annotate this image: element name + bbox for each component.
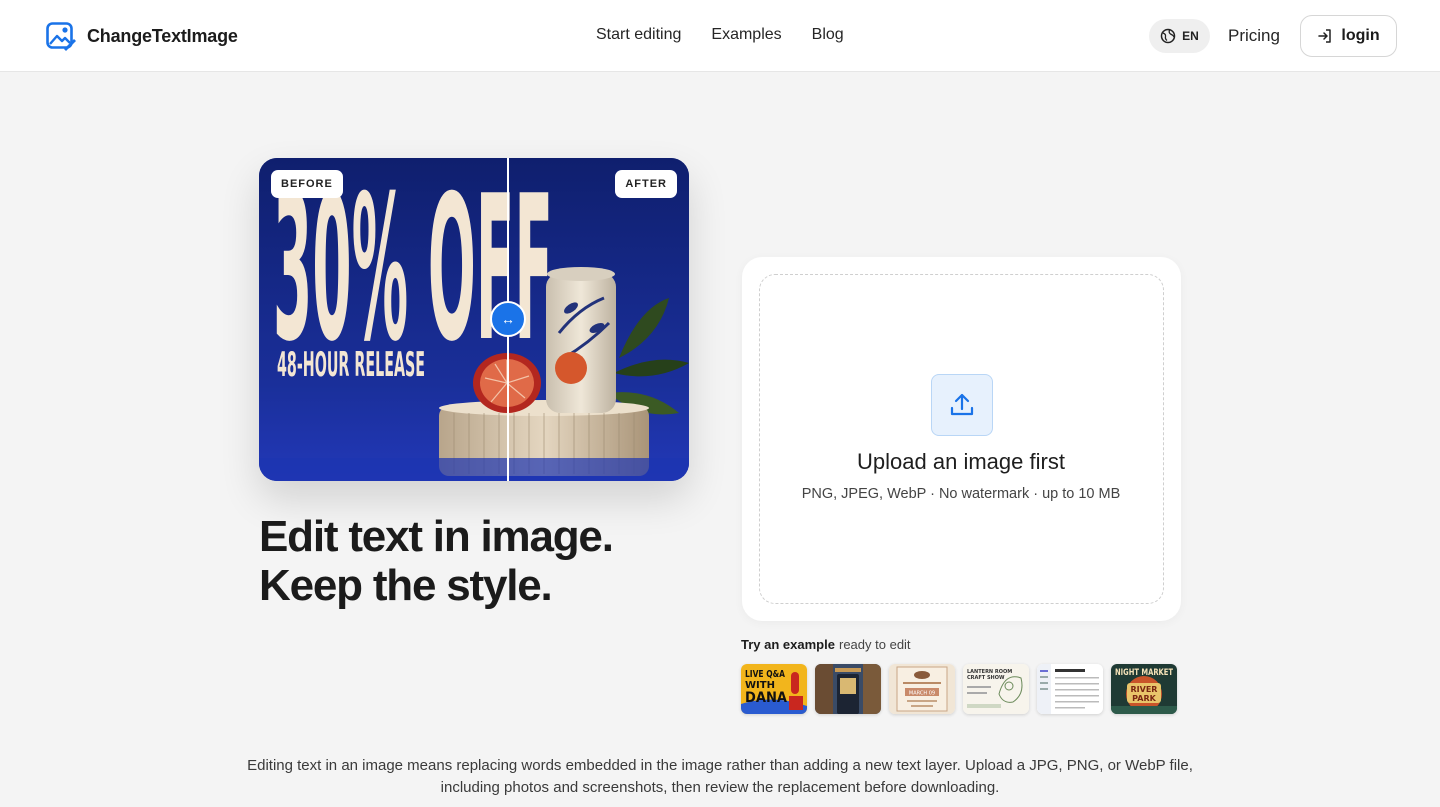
example-thumb-spreadsheet[interactable]	[1037, 664, 1103, 714]
thumb-menu-text: MARCH 09	[909, 691, 935, 697]
upload-subtitle: PNG, JPEG, WebP · No watermark · up to 1…	[801, 486, 1121, 502]
thumb-night-market-text-2: RIVER	[1131, 685, 1158, 694]
language-switcher[interactable]: EN	[1149, 19, 1210, 53]
top-header: ChangeTextImage Start editing Examples B…	[0, 0, 1440, 72]
before-badge: BEFORE	[271, 170, 343, 198]
examples-sublabel: ready to edit	[839, 637, 911, 652]
thumb-live-qa-text-1: LIVE Q&A	[745, 669, 785, 680]
example-thumb-craft-show[interactable]: LANTERN ROOM CRAFT SHOW	[963, 664, 1029, 714]
thumb-live-qa-text-3: DANA	[745, 690, 787, 706]
comparison-slider-handle[interactable]: ↔	[490, 301, 526, 337]
hero-headline: Edit text in image. Keep the style.	[259, 512, 614, 610]
nav-examples[interactable]: Examples	[711, 24, 781, 46]
upload-title: Upload an image first	[857, 449, 1065, 474]
pricing-link[interactable]: Pricing	[1228, 25, 1280, 47]
main-nav: Start editing Examples Blog	[596, 24, 844, 46]
nav-blog[interactable]: Blog	[812, 24, 844, 46]
upload-dropzone[interactable]: Upload an image first PNG, JPEG, WebP · …	[759, 274, 1164, 604]
nav-start-editing[interactable]: Start editing	[596, 24, 681, 46]
globe-icon	[1160, 28, 1176, 44]
login-icon	[1318, 29, 1332, 43]
language-code: EN	[1182, 29, 1199, 43]
headline-line-2: Keep the style.	[259, 561, 553, 610]
brand-logo-link[interactable]: ChangeTextImage	[45, 20, 238, 52]
brand-name: ChangeTextImage	[87, 25, 238, 46]
image-edit-logo-icon	[46, 22, 76, 51]
intro-description: Editing text in an image means replacing…	[247, 757, 1193, 796]
examples-label: Try an example	[741, 637, 835, 652]
example-thumb-menu-card[interactable]: MARCH 09	[889, 664, 955, 714]
example-thumbnails: LIVE Q&A WITH DANA MARCH 09 LANTERN ROOM…	[741, 664, 1177, 714]
thumb-night-market-text-1: NIGHT MARKET	[1115, 668, 1174, 678]
poster-small-text: 48-HOUR RELEASE	[277, 345, 425, 385]
upload-card: Upload an image first PNG, JPEG, WebP · …	[742, 257, 1181, 621]
example-thumb-night-market[interactable]: NIGHT MARKET RIVER PARK	[1111, 664, 1177, 714]
thumb-craft-text-2: CRAFT SHOW	[967, 675, 1005, 681]
before-after-comparison: 30% OFF 48-HOUR RELEASE BEFORE AFTER ↔	[259, 158, 689, 481]
poster-image: 30% OFF 48-HOUR RELEASE	[259, 158, 689, 481]
login-label: login	[1341, 27, 1380, 44]
upload-icon[interactable]	[931, 374, 993, 436]
example-thumb-storefront[interactable]	[815, 664, 881, 714]
after-badge: AFTER	[615, 170, 677, 198]
example-thumb-live-qa[interactable]: LIVE Q&A WITH DANA	[741, 664, 807, 714]
headline-line-1: Edit text in image.	[259, 512, 614, 561]
thumb-night-market-text-3: PARK	[1132, 694, 1156, 703]
arrows-horizontal-icon: ↔	[501, 311, 515, 327]
login-button[interactable]: login	[1300, 15, 1397, 57]
